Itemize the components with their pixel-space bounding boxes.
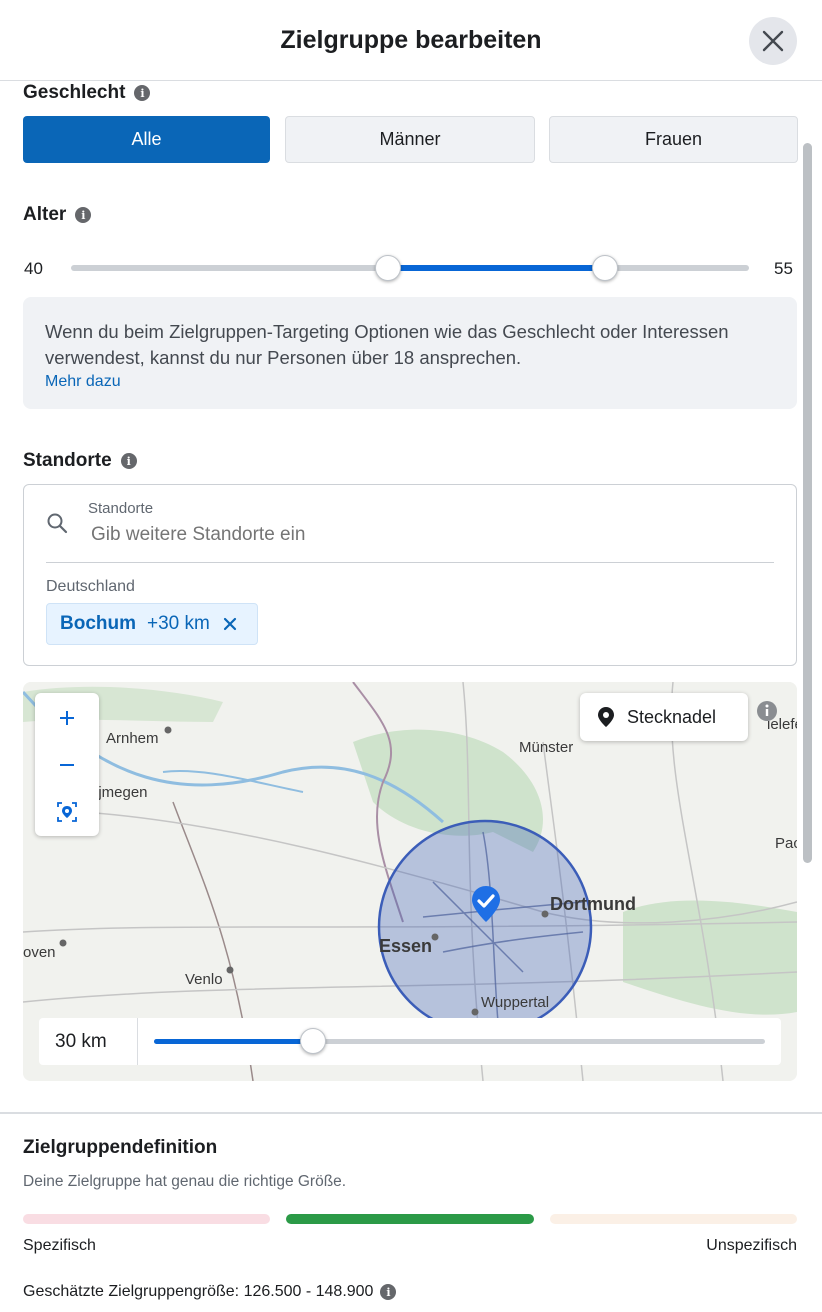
close-button[interactable] xyxy=(749,17,797,65)
audience-definition-status: Deine Zielgruppe hat genau die richtige … xyxy=(23,1173,347,1190)
radius-slider-fill xyxy=(154,1039,313,1044)
drop-pin-label: Stecknadel xyxy=(627,706,717,727)
locations-section-label: Standorte i xyxy=(23,450,137,472)
location-tag: Bochum +30 km xyxy=(46,603,258,645)
map-label-nijmegen: ijmegen xyxy=(95,784,148,801)
map-info-icon[interactable] xyxy=(756,700,778,722)
recenter-button[interactable] xyxy=(35,789,99,835)
age-max-handle[interactable] xyxy=(591,255,618,281)
gender-label: Geschlecht xyxy=(23,82,126,103)
audience-meter-good xyxy=(286,1214,534,1224)
map-zoom-controls xyxy=(35,693,99,836)
map-label-muenster: Münster xyxy=(519,739,574,756)
audience-meter-broad xyxy=(550,1214,797,1224)
radius-value: 30 km xyxy=(55,1031,107,1052)
info-icon[interactable]: i xyxy=(134,85,151,101)
map-label-eindhoven: oven xyxy=(23,944,56,961)
minus-icon xyxy=(60,764,74,766)
info-icon[interactable]: i xyxy=(75,207,92,223)
section-divider xyxy=(0,1112,822,1114)
gender-men-button[interactable]: Männer xyxy=(285,116,535,163)
location-tag-radius: +30 km xyxy=(147,613,210,634)
map-label-paderborn: Pac xyxy=(775,835,797,852)
age-notice-text: Wenn du beim Zielgruppen-Targeting Optio… xyxy=(45,321,729,368)
plus-icon xyxy=(60,711,74,725)
map-label-venlo: Venlo xyxy=(185,971,223,988)
search-icon xyxy=(47,513,68,534)
zoom-in-button[interactable] xyxy=(35,695,99,741)
remove-location-icon[interactable] xyxy=(223,617,237,631)
zoom-out-button[interactable] xyxy=(35,742,99,788)
recenter-icon xyxy=(57,802,77,822)
radius-divider xyxy=(137,1018,138,1065)
age-max-value: 55 xyxy=(774,259,793,278)
learn-more-link[interactable]: Mehr dazu xyxy=(45,373,121,391)
close-icon xyxy=(762,30,784,52)
meter-label-specific: Spezifisch xyxy=(23,1237,96,1254)
audience-size-text: Geschätzte Zielgruppengröße: 126.500 - 1… xyxy=(23,1283,374,1300)
gender-women-button[interactable]: Frauen xyxy=(549,116,798,163)
locations-label: Standorte xyxy=(23,450,112,471)
location-tag-city: Bochum xyxy=(60,613,136,634)
location-search-input[interactable] xyxy=(88,521,754,549)
map-label-wuppertal: Wuppertal xyxy=(481,994,550,1011)
map-label-essen: Essen xyxy=(379,936,433,956)
audience-size-estimate: Geschätzte Zielgruppengröße: 126.500 - 1… xyxy=(23,1283,397,1301)
drop-pin-button[interactable]: Stecknadel xyxy=(580,693,748,741)
age-notice-box: Wenn du beim Zielgruppen-Targeting Optio… xyxy=(23,297,797,409)
age-min-value: 40 xyxy=(24,259,43,278)
audience-definition-title: Zielgruppendefinition xyxy=(23,1137,218,1158)
location-search-label: Standorte xyxy=(88,500,154,517)
pin-icon xyxy=(598,707,614,727)
age-slider-fill xyxy=(388,265,605,271)
info-icon[interactable]: i xyxy=(380,1284,397,1300)
gender-all-button[interactable]: Alle xyxy=(23,116,270,163)
dialog-header: Zielgruppe bearbeiten xyxy=(0,0,822,81)
radius-slider-handle[interactable] xyxy=(299,1028,326,1054)
map-label-arnhem: Arnhem xyxy=(106,730,159,747)
meter-label-broad: Unspezifisch xyxy=(706,1237,797,1254)
location-marker-icon[interactable] xyxy=(470,884,502,924)
country-label: Deutschland xyxy=(46,578,135,595)
map-label-dortmund: Dortmund xyxy=(550,894,636,914)
info-icon[interactable]: i xyxy=(120,453,137,469)
age-label: Alter xyxy=(23,204,67,225)
gender-section-label: Geschlecht i xyxy=(23,82,151,104)
age-min-handle[interactable] xyxy=(375,255,402,281)
radius-control: 30 km xyxy=(39,1018,781,1065)
search-underline xyxy=(46,562,774,563)
audience-meter-specific xyxy=(23,1214,270,1224)
scrollbar[interactable] xyxy=(803,143,812,863)
dialog-title: Zielgruppe bearbeiten xyxy=(280,26,542,54)
age-section-label: Alter i xyxy=(23,204,92,226)
